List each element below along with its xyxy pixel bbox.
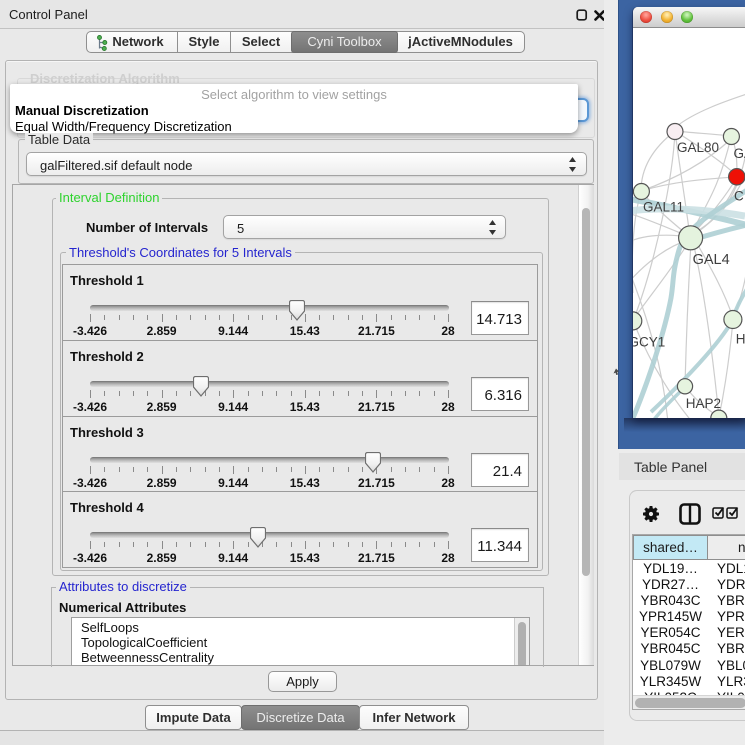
svg-text:C: C — [734, 189, 744, 204]
svg-text:GCY1: GCY1 — [633, 334, 665, 349]
svg-text:GAL11: GAL11 — [643, 199, 684, 214]
svg-text:GAL80: GAL80 — [677, 140, 719, 155]
svg-text:GA: GA — [734, 146, 745, 161]
svg-text:H: H — [736, 332, 745, 347]
svg-text:GAL4: GAL4 — [693, 252, 730, 268]
svg-text:HAP2: HAP2 — [686, 396, 721, 411]
